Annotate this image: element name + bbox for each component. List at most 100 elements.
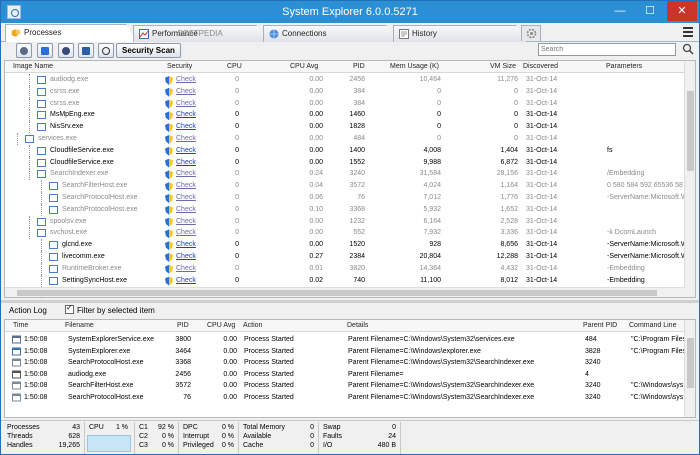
table-row[interactable]: SearchIndexer.exe Check 0 0.24 3240 31,584 28,… bbox=[5, 168, 685, 181]
security-check-link[interactable]: Check bbox=[176, 111, 196, 118]
col-mem-usage[interactable]: Mem Usage (K) bbox=[390, 63, 439, 70]
table-row[interactable]: spoolsv.exe Check 0 0.00 1232 6,164 2,528 31-Oc… bbox=[5, 215, 685, 228]
col-pid[interactable]: PID bbox=[177, 322, 189, 329]
tab-connections-label: Connections bbox=[282, 29, 327, 38]
col-cpu-avg[interactable]: CPU Avg bbox=[290, 63, 318, 70]
table-row[interactable]: RuntimeBroker.exe Check 0 0.01 3820 14,364 4,4… bbox=[5, 262, 685, 275]
col-command-line[interactable]: Command Line bbox=[629, 322, 676, 329]
security-check-link[interactable]: Check bbox=[176, 135, 196, 142]
security-check-link[interactable]: Check bbox=[176, 265, 196, 272]
security-check-link[interactable]: Check bbox=[176, 147, 196, 154]
security-check-link[interactable]: Check bbox=[176, 182, 196, 189]
table-row[interactable]: csrss.exe Check 0 0.00 384 0 0 31-Oct-14 bbox=[5, 97, 685, 110]
col-cpu[interactable]: CPU bbox=[227, 63, 242, 70]
col-cpu-avg[interactable]: CPU Avg bbox=[207, 322, 235, 329]
process-start-icon bbox=[12, 358, 21, 367]
tab-performance[interactable]: Performance SOFTPEDIA bbox=[133, 25, 267, 42]
table-row[interactable]: MsMpEng.exe Check 0 0.00 1460 0 0 31-Oct-14 bbox=[5, 109, 685, 122]
shield-icon bbox=[165, 205, 173, 215]
process-name: SearchFilterHost.exe bbox=[62, 182, 128, 190]
col-time[interactable]: Time bbox=[13, 322, 28, 329]
minimize-button[interactable]: — bbox=[605, 1, 635, 21]
col-discovered[interactable]: Discovered bbox=[523, 63, 558, 70]
close-button[interactable]: ✕ bbox=[667, 1, 697, 21]
process-icon bbox=[25, 135, 34, 143]
vm-size-cell: 6,872 bbox=[500, 158, 518, 166]
security-check-link[interactable]: Check bbox=[176, 206, 196, 213]
maximize-button[interactable]: ☐ bbox=[635, 1, 665, 21]
table-row[interactable]: services.exe Check 0 0.00 484 0 0 31-Oct-14 bbox=[5, 133, 685, 145]
table-row[interactable]: svchost.exe Check 0 0.00 552 7,932 3,336 31-Oct… bbox=[5, 227, 685, 240]
add-tab-button[interactable] bbox=[521, 25, 541, 41]
list-item[interactable]: 1:50:08 audiodg.exe 2456 0.00 Process Starte… bbox=[5, 369, 685, 381]
search-icon[interactable] bbox=[682, 43, 694, 55]
list-item[interactable]: 1:50:08 SearchFilterHost.exe 3572 0.00 Proce… bbox=[5, 380, 685, 392]
list-item[interactable]: 1:50:08 SystemExplorer.exe 3464 0.00 Process… bbox=[5, 346, 686, 358]
security-check-link[interactable]: Check bbox=[176, 229, 196, 236]
log-filename: SystemExplorer.exe bbox=[68, 347, 131, 355]
pid-cell: 740 bbox=[353, 276, 365, 284]
security-check-link[interactable]: Check bbox=[176, 253, 196, 260]
security-check-link[interactable]: Check bbox=[176, 100, 196, 107]
col-security[interactable]: Security bbox=[167, 63, 192, 70]
filter-checkbox[interactable] bbox=[65, 303, 74, 314]
tab-connections[interactable]: Connections bbox=[263, 25, 397, 42]
list-item[interactable]: 1:50:08 SearchProtocolHost.exe 3368 0.00 Pro… bbox=[5, 357, 685, 369]
list-item[interactable]: 1:50:08 SystemExplorerService.exe 3800 0.00… bbox=[5, 334, 686, 346]
services-button[interactable] bbox=[58, 43, 74, 58]
windows-button[interactable] bbox=[37, 43, 53, 58]
security-check-link[interactable]: Check bbox=[176, 88, 196, 95]
col-parameters[interactable]: Parameters bbox=[606, 63, 642, 70]
tree-line bbox=[41, 192, 42, 204]
security-check-link[interactable]: Check bbox=[176, 76, 196, 83]
scroll-thumb[interactable] bbox=[687, 91, 694, 171]
cpu-cell: 0 bbox=[235, 194, 239, 201]
table-row[interactable]: csrss.exe Check 0 0.00 384 0 0 31-Oct-14 bbox=[5, 85, 685, 98]
security-check-link[interactable]: Check bbox=[176, 241, 196, 248]
security-check-link[interactable]: Check bbox=[176, 277, 196, 284]
security-check-link[interactable]: Check bbox=[176, 159, 196, 166]
table-row[interactable]: audiodg.exe Check 0 0.00 2456 10,464 11,276 31-… bbox=[5, 74, 685, 86]
security-check-link[interactable]: Check bbox=[176, 123, 196, 130]
list-item[interactable]: 1:50:08 SearchProtocolHost.exe 76 0.00 Proce… bbox=[5, 392, 685, 404]
table-row[interactable]: SearchProtocolHost.exe Check 0 0.10 3368 5,93… bbox=[5, 203, 685, 216]
col-details[interactable]: Details bbox=[347, 322, 368, 329]
table-row[interactable]: CloudfileService.exe Check 0 0.00 1552 9,988 6… bbox=[5, 156, 685, 169]
title-bar[interactable]: System Explorer 6.0.0.5271 — ☐ ✕ bbox=[1, 1, 699, 23]
log-vertical-scrollbar[interactable] bbox=[684, 320, 695, 417]
table-row[interactable]: CloudfileService.exe Check 0 0.00 1400 4,008 1… bbox=[5, 144, 685, 157]
process-icon bbox=[37, 146, 46, 155]
vm-size-cell: 1,404 bbox=[500, 146, 518, 154]
col-parent-pid[interactable]: Parent PID bbox=[583, 322, 617, 329]
security-check-link[interactable]: Check bbox=[176, 218, 196, 225]
col-filename[interactable]: Filename bbox=[65, 322, 94, 329]
filter-checkbox-label[interactable]: Filter by selected item bbox=[77, 306, 155, 315]
table-row[interactable]: NisSrv.exe Check 0 0.00 1828 0 0 31-Oct-14 bbox=[5, 121, 685, 134]
table-row[interactable]: SearchProtocolHost.exe Check 0 0.06 76 7,012 1… bbox=[5, 192, 688, 204]
table-row[interactable]: livecomm.exe Check 0 0.27 2384 20,804 12,288 31… bbox=[5, 251, 688, 263]
col-vm-size[interactable]: VM Size bbox=[490, 63, 516, 70]
users-button[interactable] bbox=[16, 43, 32, 58]
crosshair-button[interactable] bbox=[98, 43, 114, 58]
table-row[interactable]: glcnd.exe Check 0 0.00 1520 928 8,656 31-Oct-14… bbox=[5, 239, 688, 252]
tab-processes[interactable]: Processes bbox=[5, 24, 137, 43]
process-horizontal-scrollbar[interactable] bbox=[5, 287, 685, 297]
menu-icon[interactable] bbox=[683, 27, 693, 37]
tab-history[interactable]: History bbox=[393, 25, 527, 42]
search-input[interactable] bbox=[538, 43, 676, 56]
tree-view-button[interactable] bbox=[78, 43, 94, 58]
cpu-avg-cell: 0.00 bbox=[309, 217, 323, 225]
security-scan-button[interactable]: Security Scan bbox=[116, 43, 181, 58]
col-image-name[interactable]: Image Name bbox=[13, 63, 53, 70]
process-vertical-scrollbar[interactable] bbox=[684, 61, 695, 297]
col-action[interactable]: Action bbox=[243, 322, 262, 329]
security-check-link[interactable]: Check bbox=[176, 170, 196, 177]
vm-size-cell: 2,528 bbox=[500, 217, 518, 225]
security-check-link[interactable]: Check bbox=[176, 194, 196, 201]
scroll-thumb[interactable] bbox=[687, 338, 694, 388]
scroll-thumb[interactable] bbox=[17, 290, 657, 296]
table-row[interactable]: SettingSyncHost.exe Check 0 0.02 740 11,100 8,… bbox=[5, 274, 685, 287]
col-pid[interactable]: PID bbox=[353, 63, 365, 70]
table-row[interactable]: SearchFilterHost.exe Check 0 0.04 3572 4,024 1… bbox=[5, 180, 685, 193]
status-memory: Total Memory 0 Available 0 Cache 0 bbox=[239, 422, 319, 454]
